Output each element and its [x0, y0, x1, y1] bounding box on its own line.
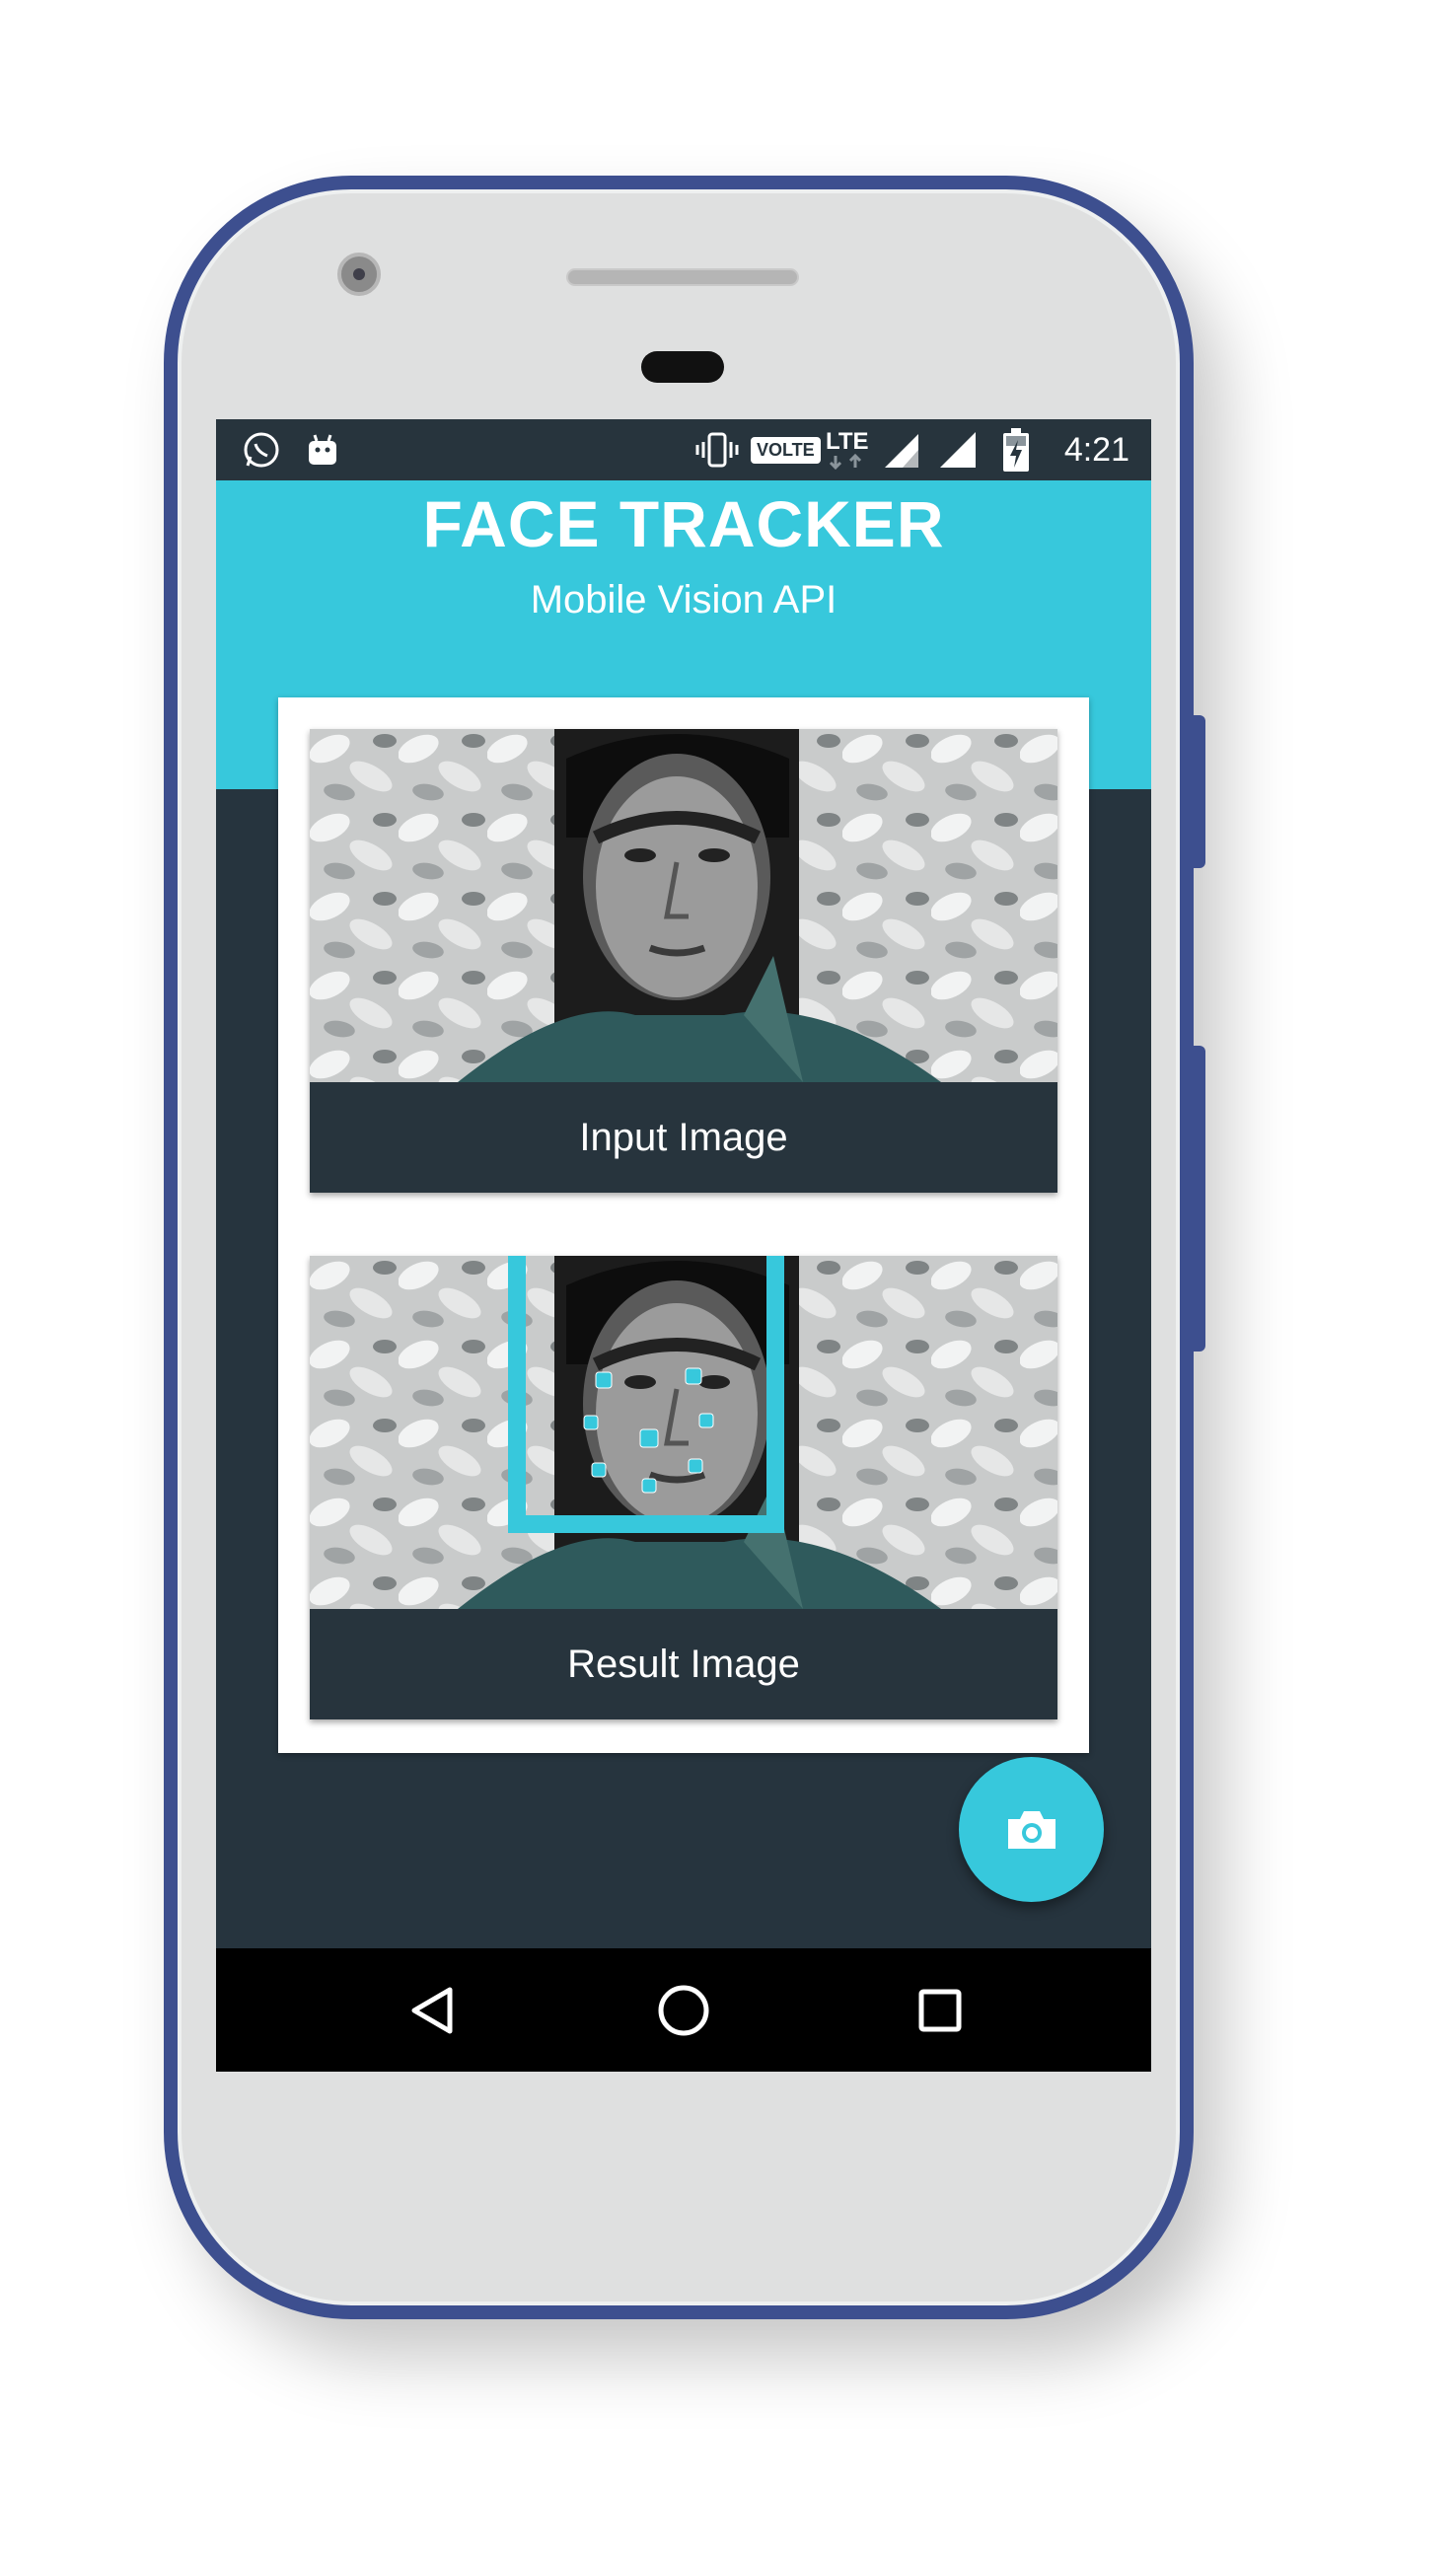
whatsapp-icon	[242, 419, 281, 480]
proximity-sensor	[641, 351, 724, 383]
app-title: FACE TRACKER	[422, 487, 945, 560]
battery-charging-icon	[1003, 419, 1029, 480]
status-time: 4:21	[1063, 430, 1129, 469]
input-image-label: Input Image	[579, 1115, 788, 1159]
phone-screen: VOLTE LTE 4:21 FACE TRACKER Mobile Visio…	[216, 419, 1151, 2072]
input-image-panel[interactable]: Input Image	[310, 729, 1057, 1193]
image-card: Input Image Result Image	[278, 697, 1089, 1753]
volume-button	[1194, 1046, 1205, 1352]
lte-icon: LTE	[826, 419, 869, 480]
vibrate-icon	[693, 419, 741, 480]
camera-icon	[1007, 1810, 1056, 1849]
input-photo	[310, 729, 1057, 1082]
app-subtitle: Mobile Vision API	[530, 578, 837, 621]
system-nav-bar	[216, 1948, 1151, 2072]
back-icon	[411, 1987, 453, 2034]
home-button[interactable]	[649, 1976, 718, 2045]
volte-badge: VOLTE	[751, 436, 821, 464]
camera-fab-button[interactable]	[959, 1757, 1104, 1902]
signal-icon	[938, 419, 978, 480]
power-button	[1194, 715, 1205, 868]
recents-icon	[918, 1989, 962, 2032]
lte-label: LTE	[826, 428, 869, 455]
recents-button[interactable]	[906, 1976, 975, 2045]
signal-icon	[881, 419, 920, 480]
home-icon	[658, 1985, 709, 2036]
front-camera	[337, 253, 381, 296]
android-icon	[307, 419, 338, 480]
status-bar: VOLTE LTE 4:21	[216, 419, 1151, 480]
earpiece-speaker	[566, 268, 799, 286]
result-photo	[310, 1256, 1057, 1609]
volte-icon: VOLTE	[751, 419, 821, 480]
result-image-panel[interactable]: Result Image	[310, 1256, 1057, 1719]
back-button[interactable]	[399, 1976, 468, 2045]
result-image-label: Result Image	[567, 1642, 800, 1686]
